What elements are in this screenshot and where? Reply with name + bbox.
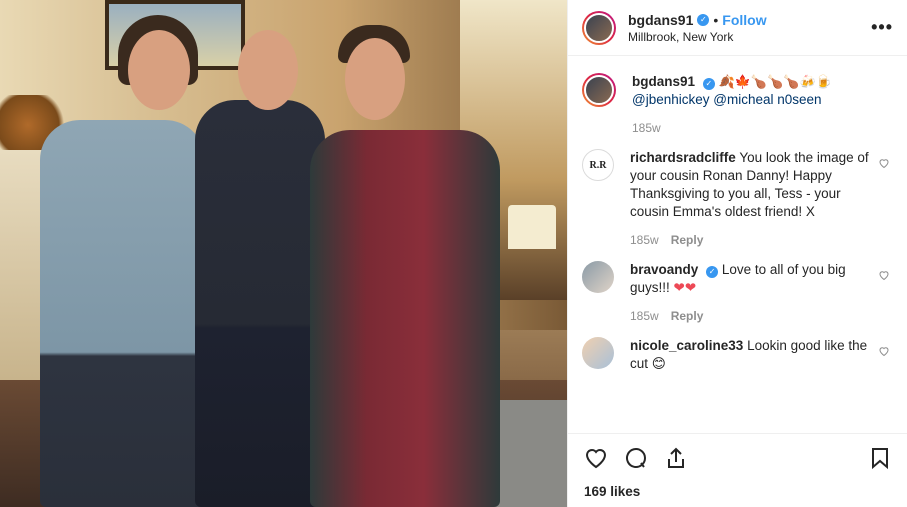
- commenter-avatar[interactable]: [582, 261, 614, 293]
- mention-link[interactable]: @jbenhickey: [632, 92, 710, 107]
- post-header: bgdans91 ✓ • Follow Millbrook, New York …: [568, 0, 907, 56]
- photo-head-middle: [238, 30, 298, 110]
- mention-link[interactable]: @micheal n0seen: [713, 92, 821, 107]
- photo-person-left: [40, 120, 205, 507]
- caption-timestamp[interactable]: 185w: [632, 119, 661, 137]
- verified-badge-icon: ✓: [706, 266, 719, 278]
- photo-head-right: [345, 38, 405, 120]
- post-side-panel: bgdans91 ✓ • Follow Millbrook, New York …: [567, 0, 907, 507]
- more-options-icon[interactable]: •••: [871, 17, 893, 38]
- header-text: bgdans91 ✓ • Follow Millbrook, New York: [628, 12, 871, 44]
- post-photo[interactable]: [0, 0, 567, 507]
- smile-emoji: 😊: [651, 356, 666, 371]
- follow-button[interactable]: Follow: [722, 12, 766, 28]
- comment-timestamp[interactable]: 185w: [630, 307, 659, 325]
- post-location[interactable]: Millbrook, New York: [628, 30, 871, 44]
- photo-person-right: [310, 130, 500, 507]
- commenter-username[interactable]: richardsradcliffe: [630, 150, 736, 165]
- comments-list[interactable]: bgdans91 ✓ 🍂🍁🍗🍗🍗🍻🍺 @jbenhickey @micheal …: [568, 57, 907, 433]
- instagram-post-view: bgdans91 ✓ • Follow Millbrook, New York …: [0, 0, 907, 507]
- comment-like-icon[interactable]: [878, 269, 890, 281]
- comment-timestamp[interactable]: 185w: [630, 231, 659, 249]
- reply-button[interactable]: Reply: [671, 231, 704, 249]
- comment-like-icon[interactable]: [878, 345, 890, 357]
- share-icon[interactable]: [664, 446, 688, 470]
- comment-item: nicole_caroline33 Lookin good like the c…: [582, 337, 894, 373]
- author-username[interactable]: bgdans91: [628, 12, 693, 28]
- caption-avatar[interactable]: [582, 73, 616, 107]
- header-separator: •: [713, 11, 719, 28]
- bookmark-icon[interactable]: [868, 446, 892, 470]
- photo-person-middle: [195, 100, 325, 507]
- heart-emoji: ❤❤: [673, 280, 697, 295]
- heart-icon[interactable]: [584, 446, 608, 470]
- verified-badge-icon: ✓: [702, 78, 715, 90]
- commenter-username[interactable]: bravoandy: [630, 262, 698, 277]
- photo-lamp: [508, 205, 556, 249]
- photo-head-left: [128, 30, 190, 110]
- commenter-avatar[interactable]: R.R: [582, 149, 614, 181]
- caption-emoji: 🍂🍁🍗🍗🍗🍻🍺: [718, 74, 832, 89]
- commenter-username[interactable]: nicole_caroline33: [630, 338, 743, 353]
- commenter-avatar[interactable]: [582, 337, 614, 369]
- comment-like-icon[interactable]: [878, 157, 890, 169]
- likes-count[interactable]: 169 likes: [584, 484, 892, 499]
- author-avatar[interactable]: [582, 10, 616, 45]
- verified-badge-icon: ✓: [697, 13, 710, 26]
- caption-username[interactable]: bgdans91: [632, 74, 695, 89]
- comment-item: bravoandy ✓ Love to all of you big guys!…: [582, 261, 894, 325]
- post-actions: 169 likes: [568, 433, 907, 499]
- comment-item: R.R richardsradcliffe You look the image…: [582, 149, 894, 249]
- comment-icon[interactable]: [624, 446, 648, 470]
- caption: bgdans91 ✓ 🍂🍁🍗🍗🍗🍻🍺 @jbenhickey @micheal …: [582, 73, 894, 137]
- reply-button[interactable]: Reply: [671, 307, 704, 325]
